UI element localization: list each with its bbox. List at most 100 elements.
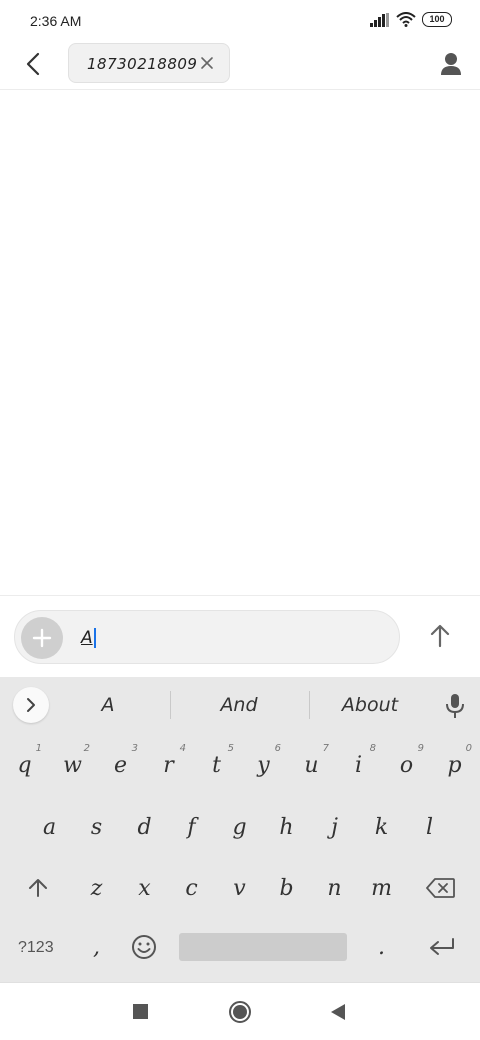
key-w[interactable]: 2w [49, 735, 96, 795]
key-m[interactable]: m [358, 858, 405, 918]
plus-icon [32, 628, 52, 648]
key-y[interactable]: 6y [240, 735, 287, 795]
key-r[interactable]: 4r [145, 735, 192, 795]
suggestion-3[interactable]: About [320, 694, 420, 716]
recipient-number: 18730218809 [87, 55, 198, 73]
key-p[interactable]: 0p [431, 735, 478, 795]
status-bar: 2:36 AM 100 [0, 0, 480, 44]
key-label: , [93, 935, 100, 960]
key-j[interactable]: j [311, 797, 358, 857]
key-k[interactable]: k [358, 797, 405, 857]
key-label: c [185, 876, 198, 901]
key-t[interactable]: 5t [193, 735, 240, 795]
key-a[interactable]: a [26, 797, 73, 857]
key-label: i [354, 753, 363, 778]
key-label: . [378, 935, 385, 960]
status-icons: 100 [370, 12, 452, 27]
compose-text: A [81, 628, 96, 648]
key-e[interactable]: 3e [97, 735, 144, 795]
key-u[interactable]: 7u [288, 735, 335, 795]
close-icon[interactable] [199, 54, 215, 72]
key-label: n [327, 876, 342, 901]
suggestion-2[interactable]: And [184, 694, 294, 716]
arrow-up-icon [430, 624, 450, 648]
key-comma[interactable]: , [73, 917, 120, 977]
soft-keyboard: A And About 1q 2w 3e 4r 5t 6y 7u 8i 9o 0… [0, 677, 480, 982]
key-label: x [138, 876, 151, 901]
recipient-chip[interactable]: 18730218809 [68, 43, 230, 83]
status-time: 2:36 AM [30, 13, 82, 29]
key-label: z [90, 876, 103, 901]
suggestion-divider [170, 691, 171, 719]
key-label: y [257, 753, 270, 778]
key-label: v [233, 876, 246, 901]
compose-bar: A [0, 595, 480, 677]
key-label: r [163, 753, 174, 778]
key-label: t [212, 753, 221, 778]
key-i[interactable]: 8i [335, 735, 382, 795]
expand-toolbar-button[interactable] [13, 687, 49, 723]
key-label: e [113, 753, 128, 778]
key-label: l [425, 815, 434, 840]
conversation-header: 18730218809 [0, 40, 480, 90]
back-arrow-icon[interactable] [22, 50, 46, 78]
key-g[interactable]: g [216, 797, 263, 857]
backspace-icon [426, 878, 455, 898]
message-thread[interactable] [0, 91, 480, 595]
key-row-1: 1q 2w 3e 4r 5t 6y 7u 8i 9o 0p [0, 735, 480, 795]
key-label: u [304, 753, 319, 778]
suggestion-1[interactable]: A [62, 694, 154, 716]
wifi-icon [396, 12, 416, 27]
key-label: o [399, 753, 414, 778]
recents-square-icon[interactable] [133, 1004, 148, 1019]
suggestion-bar: A And About [0, 677, 480, 733]
key-label: s [90, 815, 103, 840]
key-label: p [447, 753, 462, 778]
key-v[interactable]: v [216, 858, 263, 918]
suggestion-divider [309, 691, 310, 719]
key-label: j [331, 815, 338, 840]
key-period[interactable]: . [358, 917, 405, 977]
symbols-key[interactable]: ?123 [0, 917, 76, 977]
key-label: k [374, 815, 389, 840]
back-triangle-icon[interactable] [330, 1003, 346, 1021]
chevron-right-icon [27, 698, 35, 712]
emoji-icon [132, 935, 156, 959]
message-input[interactable]: A [14, 610, 400, 664]
key-o[interactable]: 9o [383, 735, 430, 795]
space-bar[interactable] [179, 933, 347, 961]
key-c[interactable]: c [168, 858, 215, 918]
send-button[interactable] [424, 620, 456, 652]
enter-icon [430, 938, 454, 955]
key-f[interactable]: f [168, 797, 215, 857]
attach-button[interactable] [21, 617, 63, 659]
contact-icon[interactable] [438, 50, 464, 78]
enter-key[interactable] [416, 917, 470, 977]
key-row-2: a s d f g h j k l [0, 797, 480, 857]
key-label: d [137, 815, 152, 840]
shift-icon [29, 879, 47, 897]
key-label: w [63, 753, 82, 778]
symbols-label: ?123 [18, 939, 54, 956]
key-z[interactable]: z [73, 858, 120, 918]
text-cursor [93, 628, 96, 648]
key-row-4: ?123 , . [0, 917, 480, 977]
key-d[interactable]: d [121, 797, 168, 857]
key-s[interactable]: s [73, 797, 120, 857]
shift-key[interactable] [14, 858, 62, 918]
backspace-key[interactable] [416, 858, 470, 918]
key-b[interactable]: b [263, 858, 310, 918]
signal-icon [370, 12, 390, 27]
key-label: f [187, 815, 196, 840]
battery-icon: 100 [422, 12, 452, 27]
key-label: h [279, 815, 294, 840]
home-circle-icon[interactable] [229, 1001, 251, 1023]
emoji-key[interactable] [121, 917, 168, 977]
key-row-3: z x c v b n m [0, 858, 480, 918]
key-h[interactable]: h [263, 797, 310, 857]
key-l[interactable]: l [406, 797, 453, 857]
key-q[interactable]: 1q [1, 735, 48, 795]
key-n[interactable]: n [311, 858, 358, 918]
microphone-icon[interactable] [444, 692, 466, 720]
key-x[interactable]: x [121, 858, 168, 918]
